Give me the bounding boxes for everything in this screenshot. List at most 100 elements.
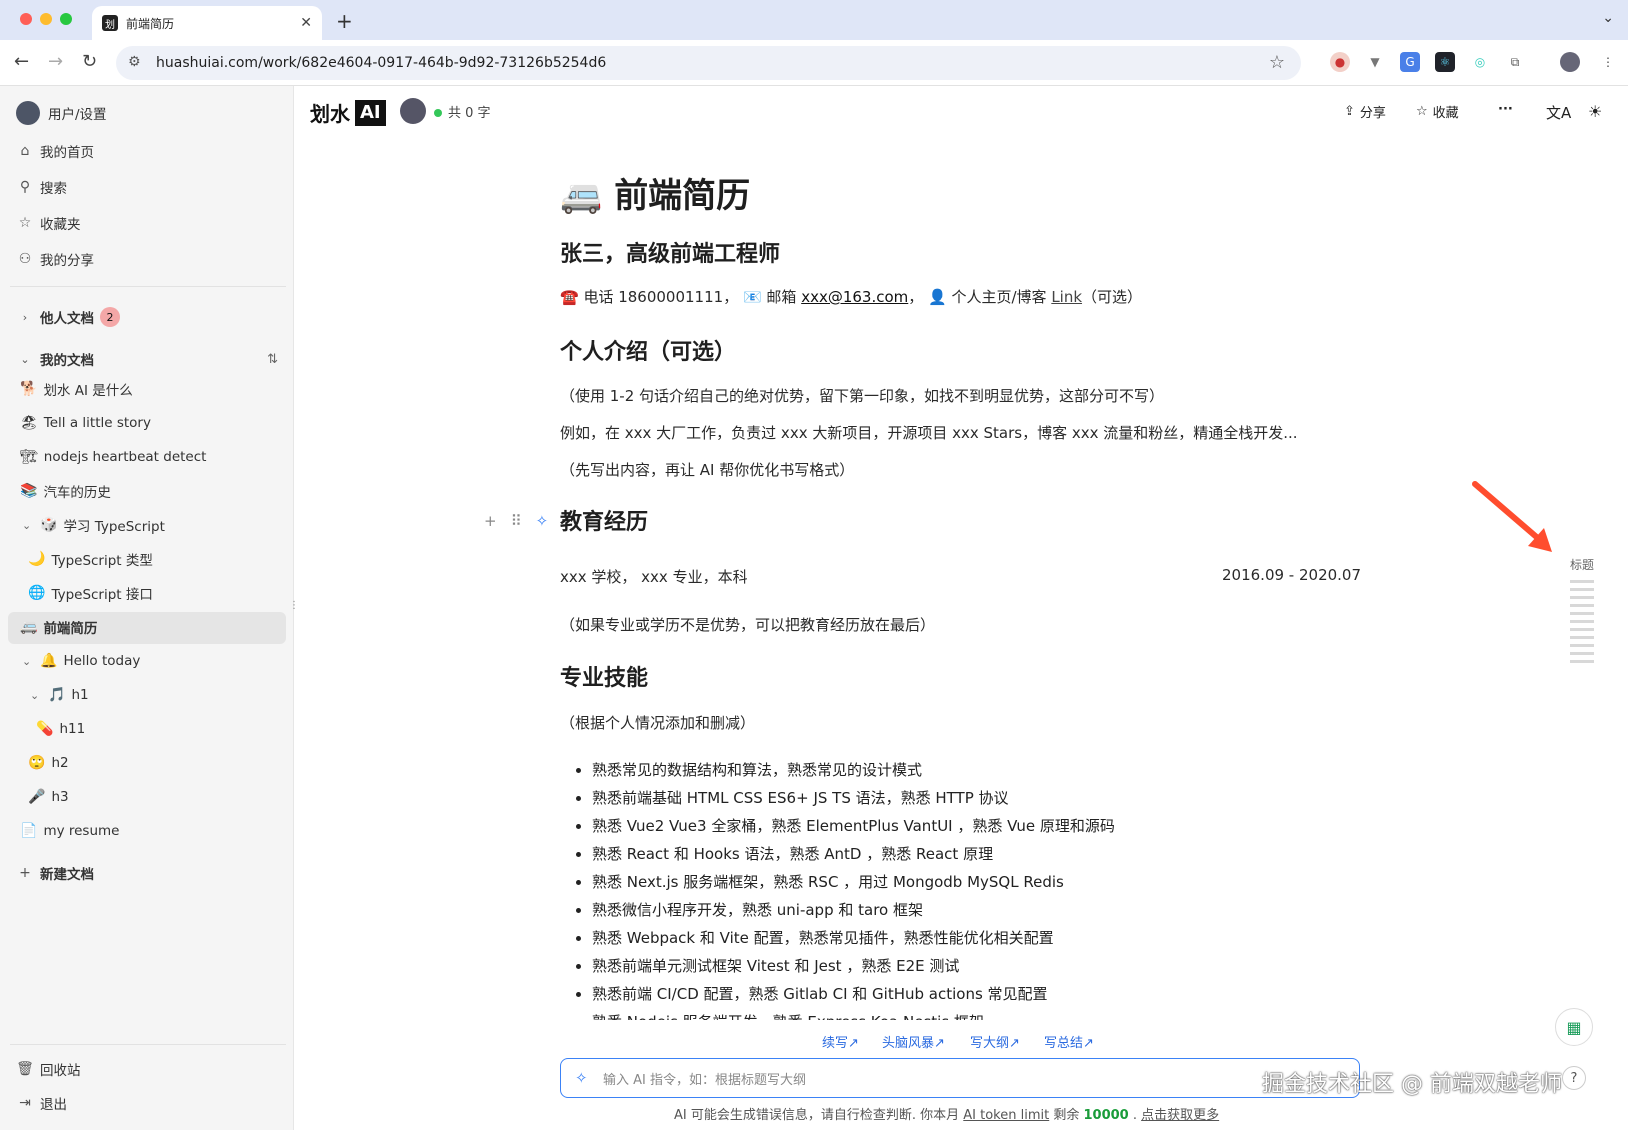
- sidebar-item-search[interactable]: ⚲ 搜索: [16, 174, 67, 200]
- education-heading[interactable]: 教育经历: [560, 504, 648, 536]
- list-item[interactable]: 熟悉 Vue2 Vue3 全家桶，熟悉 ElementPlus VantUI ，…: [592, 812, 1360, 840]
- doc-item[interactable]: 📚 汽车的历史: [20, 478, 111, 504]
- doc-item[interactable]: 🎤 h3: [28, 784, 69, 810]
- extension-translate-icon[interactable]: G: [1400, 52, 1420, 72]
- doc-item[interactable]: 🏗 nodejs heartbeat detect: [20, 444, 206, 470]
- extension-vue-icon[interactable]: ▼: [1365, 52, 1385, 72]
- maximize-window-button[interactable]: [60, 13, 72, 25]
- doc-item-active[interactable]: 🚐 前端简历: [20, 614, 97, 640]
- extension-circle-icon[interactable]: ◎: [1470, 52, 1490, 72]
- logout-button[interactable]: ⇥ 退出: [16, 1090, 67, 1116]
- profile-avatar[interactable]: [1560, 52, 1580, 72]
- add-block-icon[interactable]: +: [484, 512, 497, 530]
- chevron-down-icon[interactable]: ⌄: [30, 689, 44, 702]
- list-item[interactable]: 熟悉 React 和 Hooks 语法，熟悉 AntD ，熟悉 React 原理: [592, 840, 1360, 868]
- sidebar-item-home[interactable]: ⌂ 我的首页: [16, 138, 94, 164]
- favorite-button[interactable]: ☆ 收藏: [1416, 102, 1459, 121]
- list-item[interactable]: 熟悉前端 CI/CD 配置，熟悉 Gitlab CI 和 GitHub acti…: [592, 980, 1360, 1008]
- toc-bar[interactable]: [1570, 580, 1594, 583]
- doc-item[interactable]: 🙄 h2: [28, 750, 69, 776]
- ai-outline-button[interactable]: 写大纲↗: [970, 1032, 1020, 1051]
- education-note[interactable]: （如果专业或学历不是优势，可以把教育经历放在最后）: [560, 614, 935, 635]
- more-button[interactable]: ···: [1498, 102, 1513, 117]
- tab-search-chevron-icon[interactable]: ⌄: [1602, 10, 1614, 26]
- doc-item[interactable]: ⌄ 🎵 h1: [30, 682, 89, 708]
- extension-adblock-icon[interactable]: ●: [1330, 52, 1350, 72]
- email-link[interactable]: xxx@163.com: [801, 288, 908, 306]
- list-item[interactable]: 熟悉 Next.js 服务端框架，熟悉 RSC ，用过 Mongodb MySQ…: [592, 868, 1360, 896]
- close-tab-icon[interactable]: ✕: [300, 15, 312, 31]
- extension-react-icon[interactable]: ⚛: [1435, 52, 1455, 72]
- trash-button[interactable]: 🗑 回收站: [16, 1056, 80, 1082]
- sidebar-item-favorites[interactable]: ☆ 收藏夹: [16, 210, 81, 236]
- contact-line[interactable]: ☎️ 电话 18600001111， 📧 邮箱 xxx@163.com， 👤 个…: [560, 286, 1142, 307]
- new-tab-button[interactable]: +: [336, 9, 353, 33]
- back-icon[interactable]: ←: [14, 51, 29, 72]
- doc-item[interactable]: 🌐 TypeScript 接口: [28, 580, 153, 606]
- intro-paragraph-1[interactable]: （使用 1-2 句话介绍自己的绝对优势，留下第一印象，如找不到明显优势，这部分可…: [560, 385, 1164, 406]
- toc-bar[interactable]: [1570, 588, 1594, 591]
- list-item[interactable]: 熟悉前端基础 HTML CSS ES6+ JS TS 语法，熟悉 HTTP 协议: [592, 784, 1360, 812]
- doc-item[interactable]: 🌙 TypeScript 类型: [28, 546, 153, 572]
- translate-icon[interactable]: 文A: [1546, 102, 1571, 123]
- forward-icon[interactable]: →: [48, 51, 63, 72]
- toc-bar[interactable]: [1570, 660, 1594, 663]
- help-button[interactable]: ?: [1562, 1066, 1586, 1090]
- toc-bar[interactable]: [1570, 604, 1594, 607]
- drag-handle-icon[interactable]: ⠿: [511, 512, 522, 530]
- list-item[interactable]: 熟悉常见的数据结构和算法，熟悉常见的设计模式: [592, 756, 1360, 784]
- browser-menu-icon[interactable]: ⋮: [1598, 52, 1618, 72]
- share-button[interactable]: ⇪ 分享: [1344, 102, 1386, 121]
- skills-heading[interactable]: 专业技能: [560, 660, 648, 692]
- ai-brainstorm-button[interactable]: 头脑风暴↗: [882, 1032, 945, 1051]
- intro-paragraph-3[interactable]: （先写出内容，再让 AI 帮你优化书写格式）: [560, 459, 854, 480]
- toc-bar[interactable]: [1570, 596, 1594, 599]
- sidebar-item-my-shares[interactable]: ⚇ 我的分享: [16, 246, 94, 272]
- ai-continue-button[interactable]: 续写↗: [822, 1032, 859, 1051]
- toc-bar[interactable]: [1570, 628, 1594, 631]
- doc-title[interactable]: 🚐 前端简历: [560, 168, 750, 217]
- qr-code-button[interactable]: ▦: [1555, 1008, 1593, 1046]
- bookmark-star-icon[interactable]: ☆: [1269, 52, 1285, 73]
- sort-icon[interactable]: ⇅: [267, 352, 278, 367]
- toc-bar[interactable]: [1570, 636, 1594, 639]
- sidebar-resize-handle[interactable]: ⋮: [289, 600, 299, 616]
- list-item[interactable]: 熟悉微信小程序开发，熟悉 uni-app 和 taro 框架: [592, 896, 1360, 924]
- doc-item[interactable]: 📄 my resume: [20, 818, 119, 844]
- ai-sparkle-icon[interactable]: ✧: [536, 512, 549, 530]
- toc-bar[interactable]: [1570, 620, 1594, 623]
- intro-heading[interactable]: 个人介绍（可选）: [560, 334, 736, 366]
- doc-item[interactable]: 🐕 划水 AI 是什么: [20, 376, 133, 402]
- homepage-link[interactable]: Link: [1051, 288, 1082, 306]
- list-item[interactable]: 熟悉 Webpack 和 Vite 配置，熟悉常见插件，熟悉性能优化相关配置: [592, 924, 1360, 952]
- list-item[interactable]: 熟悉 Nodejs 服务端开发，熟悉 Express Koa Nestjs 框架: [592, 1008, 1360, 1020]
- close-window-button[interactable]: [20, 13, 32, 25]
- extensions-puzzle-icon[interactable]: ⧉: [1505, 52, 1525, 72]
- reload-icon[interactable]: ↻: [82, 51, 97, 72]
- doc-item[interactable]: 💊 h11: [36, 716, 85, 742]
- ai-summary-button[interactable]: 写总结↗: [1044, 1032, 1094, 1051]
- others-docs-toggle[interactable]: › 他人文档 2: [16, 304, 120, 330]
- chevron-down-icon[interactable]: ⌄: [22, 519, 36, 532]
- list-item[interactable]: 熟悉前端单元测试框架 Vitest 和 Jest ，熟悉 E2E 测试: [592, 952, 1360, 980]
- address-bar[interactable]: ⚙ huashuiai.com/work/682e4604-0917-464b-…: [116, 46, 1301, 80]
- toc-bar[interactable]: [1570, 652, 1594, 655]
- minimize-window-button[interactable]: [40, 13, 52, 25]
- toc-bar[interactable]: [1570, 644, 1594, 647]
- get-more-link[interactable]: 点击获取更多: [1141, 1108, 1219, 1123]
- intro-paragraph-2[interactable]: 例如，在 xxx 大厂工作，负责过 xxx 大新项目，开源项目 xxx Star…: [560, 422, 1298, 443]
- education-line[interactable]: xxx 学校， xxx 专业，本科: [560, 566, 748, 587]
- doc-item[interactable]: ⌄ 🎲 学习 TypeScript: [22, 512, 165, 538]
- skills-note[interactable]: （根据个人情况添加和删减）: [560, 712, 755, 733]
- site-info-icon[interactable]: ⚙: [128, 54, 141, 70]
- new-doc-button[interactable]: + 新建文档: [16, 860, 94, 886]
- toc-bar[interactable]: [1570, 612, 1594, 615]
- my-docs-toggle[interactable]: ⌄ 我的文档 ⇅: [16, 346, 278, 372]
- name-heading[interactable]: 张三，高级前端工程师: [560, 236, 780, 268]
- doc-item[interactable]: ⌄ 🔔 Hello today: [22, 648, 140, 674]
- theme-toggle-icon[interactable]: ☀: [1588, 102, 1602, 121]
- doc-item[interactable]: 🏖 Tell a little story: [20, 410, 151, 436]
- user-settings[interactable]: 用户/设置: [16, 100, 107, 126]
- app-logo[interactable]: 划水 AI: [310, 98, 386, 127]
- token-limit-link[interactable]: AI token limit: [963, 1108, 1049, 1123]
